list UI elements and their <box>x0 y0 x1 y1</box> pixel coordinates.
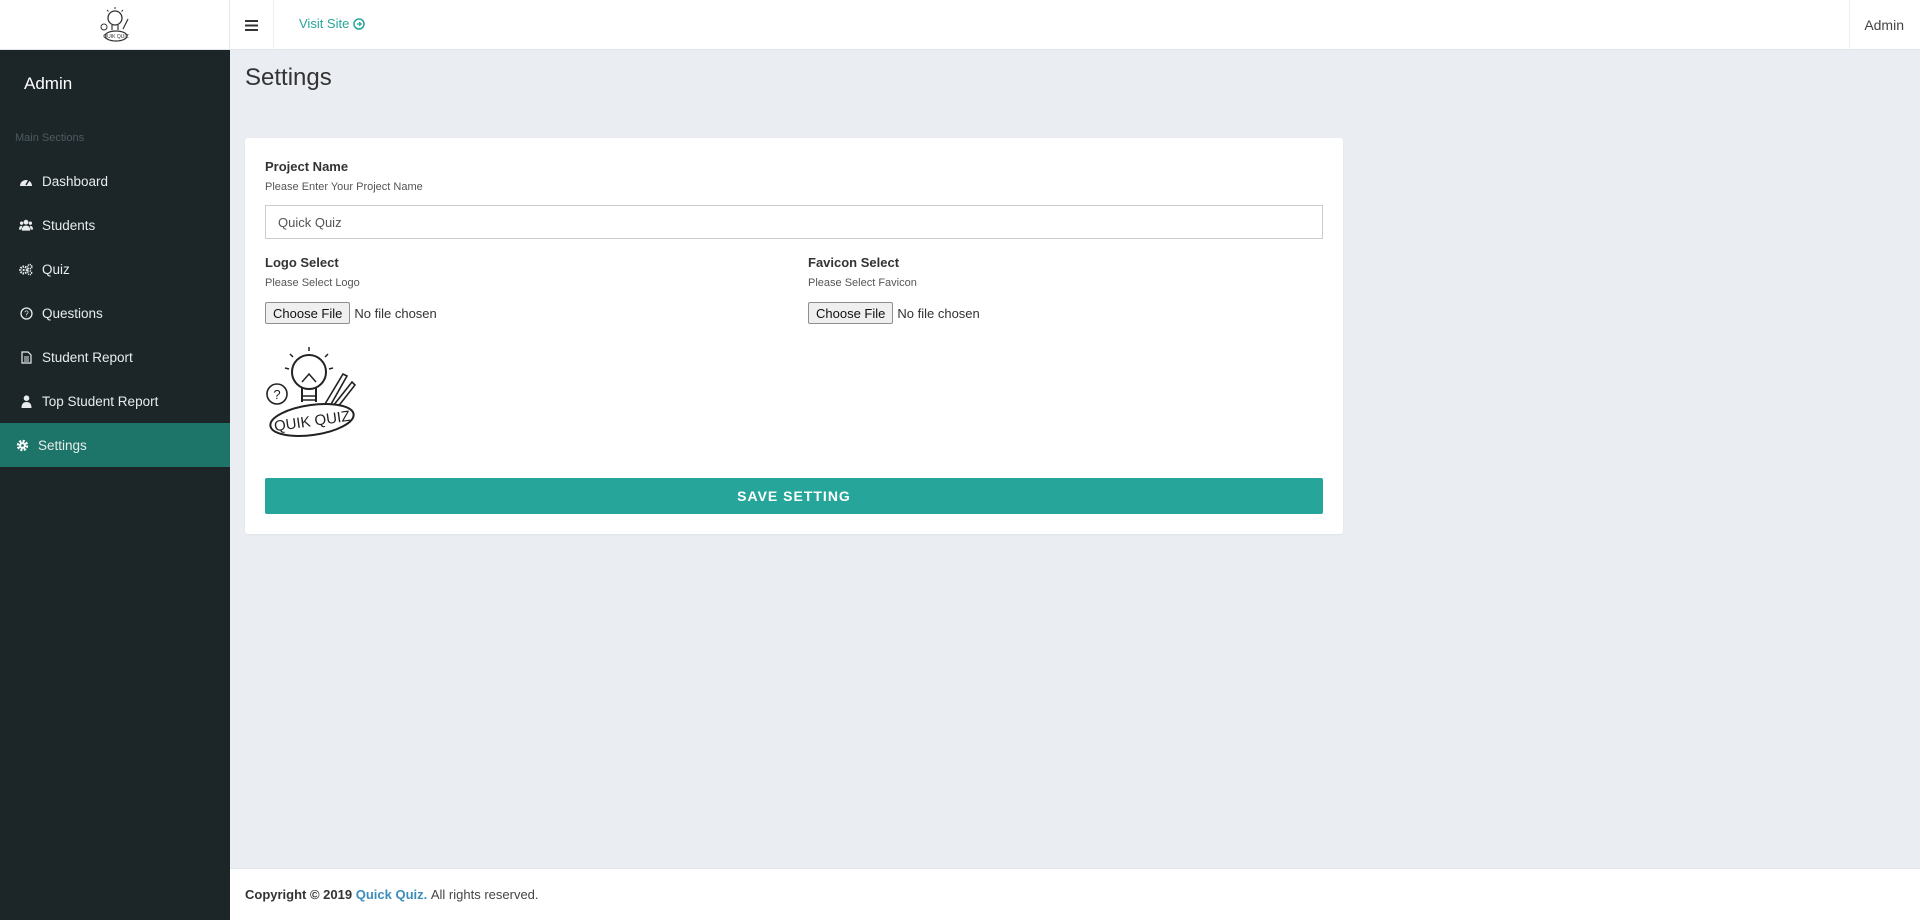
sidebar-item-questions[interactable]: ? Questions <box>0 291 230 335</box>
visit-site-link[interactable]: Visit Site <box>299 16 366 31</box>
project-name-label: Project Name <box>265 159 349 174</box>
favicon-choose-file-button[interactable]: Choose File <box>808 302 894 324</box>
quiz-logo-icon: QUIK QUIZ <box>100 7 129 42</box>
logo-select-label: Logo Select <box>265 255 339 270</box>
sidebar-section-header: Main Sections <box>15 132 85 144</box>
favicon-select-help: Please Select Favicon <box>808 277 917 289</box>
project-name-input[interactable] <box>265 205 1323 239</box>
sidebar-item-student-report[interactable]: Student Report <box>0 335 230 379</box>
project-name-help: Please Enter Your Project Name <box>265 181 423 193</box>
user-name: Admin <box>1864 17 1904 33</box>
sidebar-item-students[interactable]: Students <box>0 203 230 247</box>
file-text-icon <box>19 350 33 364</box>
sidebar-item-label: Dashboard <box>42 173 109 189</box>
svg-text:?: ? <box>273 387 280 402</box>
brand-logo[interactable]: QUIK QUIZ <box>0 0 230 50</box>
logo-preview: ? QUIK QUIZ <box>257 342 367 457</box>
favicon-select-label: Favicon Select <box>808 255 900 270</box>
favicon-file-input: Choose File No file chosen <box>808 302 980 324</box>
favicon-file-status: No file chosen <box>897 305 980 321</box>
gears-icon <box>19 262 33 276</box>
footer-copyright: Copyright © 2019 <box>245 887 353 902</box>
footer-brand-link[interactable]: Quick Quiz. <box>356 887 428 902</box>
sidebar-item-quiz[interactable]: Quiz <box>0 247 230 291</box>
settings-form-card: Project Name Please Enter Your Project N… <box>245 138 1343 534</box>
quiz-logo-icon: ? QUIK QUIZ <box>266 347 357 437</box>
logo-select-help: Please Select Logo <box>265 277 360 289</box>
logo-choose-file-button[interactable]: Choose File <box>265 302 351 324</box>
user-icon <box>19 394 33 408</box>
logo-text: QUIK QUIZ <box>103 34 129 40</box>
sidebar-item-label: Students <box>42 217 96 233</box>
sidebar-title: Admin <box>24 74 73 93</box>
svg-text:?: ? <box>24 309 29 318</box>
question-circle-icon: ? <box>19 306 33 320</box>
footer: Copyright © 2019 Quick Quiz. All rights … <box>230 868 1920 920</box>
hamburger-icon <box>245 19 258 31</box>
page-title: Settings <box>245 64 332 91</box>
users-icon <box>19 218 33 232</box>
sidebar-item-label: Top Student Report <box>42 393 159 409</box>
sidebar-item-label: Quiz <box>42 261 70 277</box>
sidebar-item-label: Questions <box>42 305 103 321</box>
top-navbar: QUIK QUIZ Visit Site Admin <box>0 0 1920 50</box>
logo-file-input: Choose File No file chosen <box>265 302 437 324</box>
sidebar-toggle-button[interactable] <box>230 0 274 50</box>
logo-file-status: No file chosen <box>354 305 437 321</box>
dashboard-icon <box>19 174 33 188</box>
save-setting-button[interactable]: SAVE SETTING <box>265 478 1323 514</box>
sidebar-menu: Dashboard Students Quiz ? Questions Stud… <box>0 159 230 467</box>
sidebar: Admin Main Sections Dashboard Students Q… <box>0 50 230 920</box>
sidebar-item-settings[interactable]: Settings <box>0 423 230 467</box>
arrow-circle-right-icon <box>353 17 366 30</box>
footer-rights: All rights reserved. <box>430 887 539 902</box>
sidebar-item-label: Settings <box>38 437 87 453</box>
user-menu[interactable]: Admin <box>1849 0 1920 50</box>
sidebar-item-top-student-report[interactable]: Top Student Report <box>0 379 230 423</box>
sidebar-item-dashboard[interactable]: Dashboard <box>0 159 230 203</box>
sidebar-item-label: Student Report <box>42 349 133 365</box>
visit-site-label: Visit Site <box>299 16 350 31</box>
gear-icon <box>15 438 29 452</box>
